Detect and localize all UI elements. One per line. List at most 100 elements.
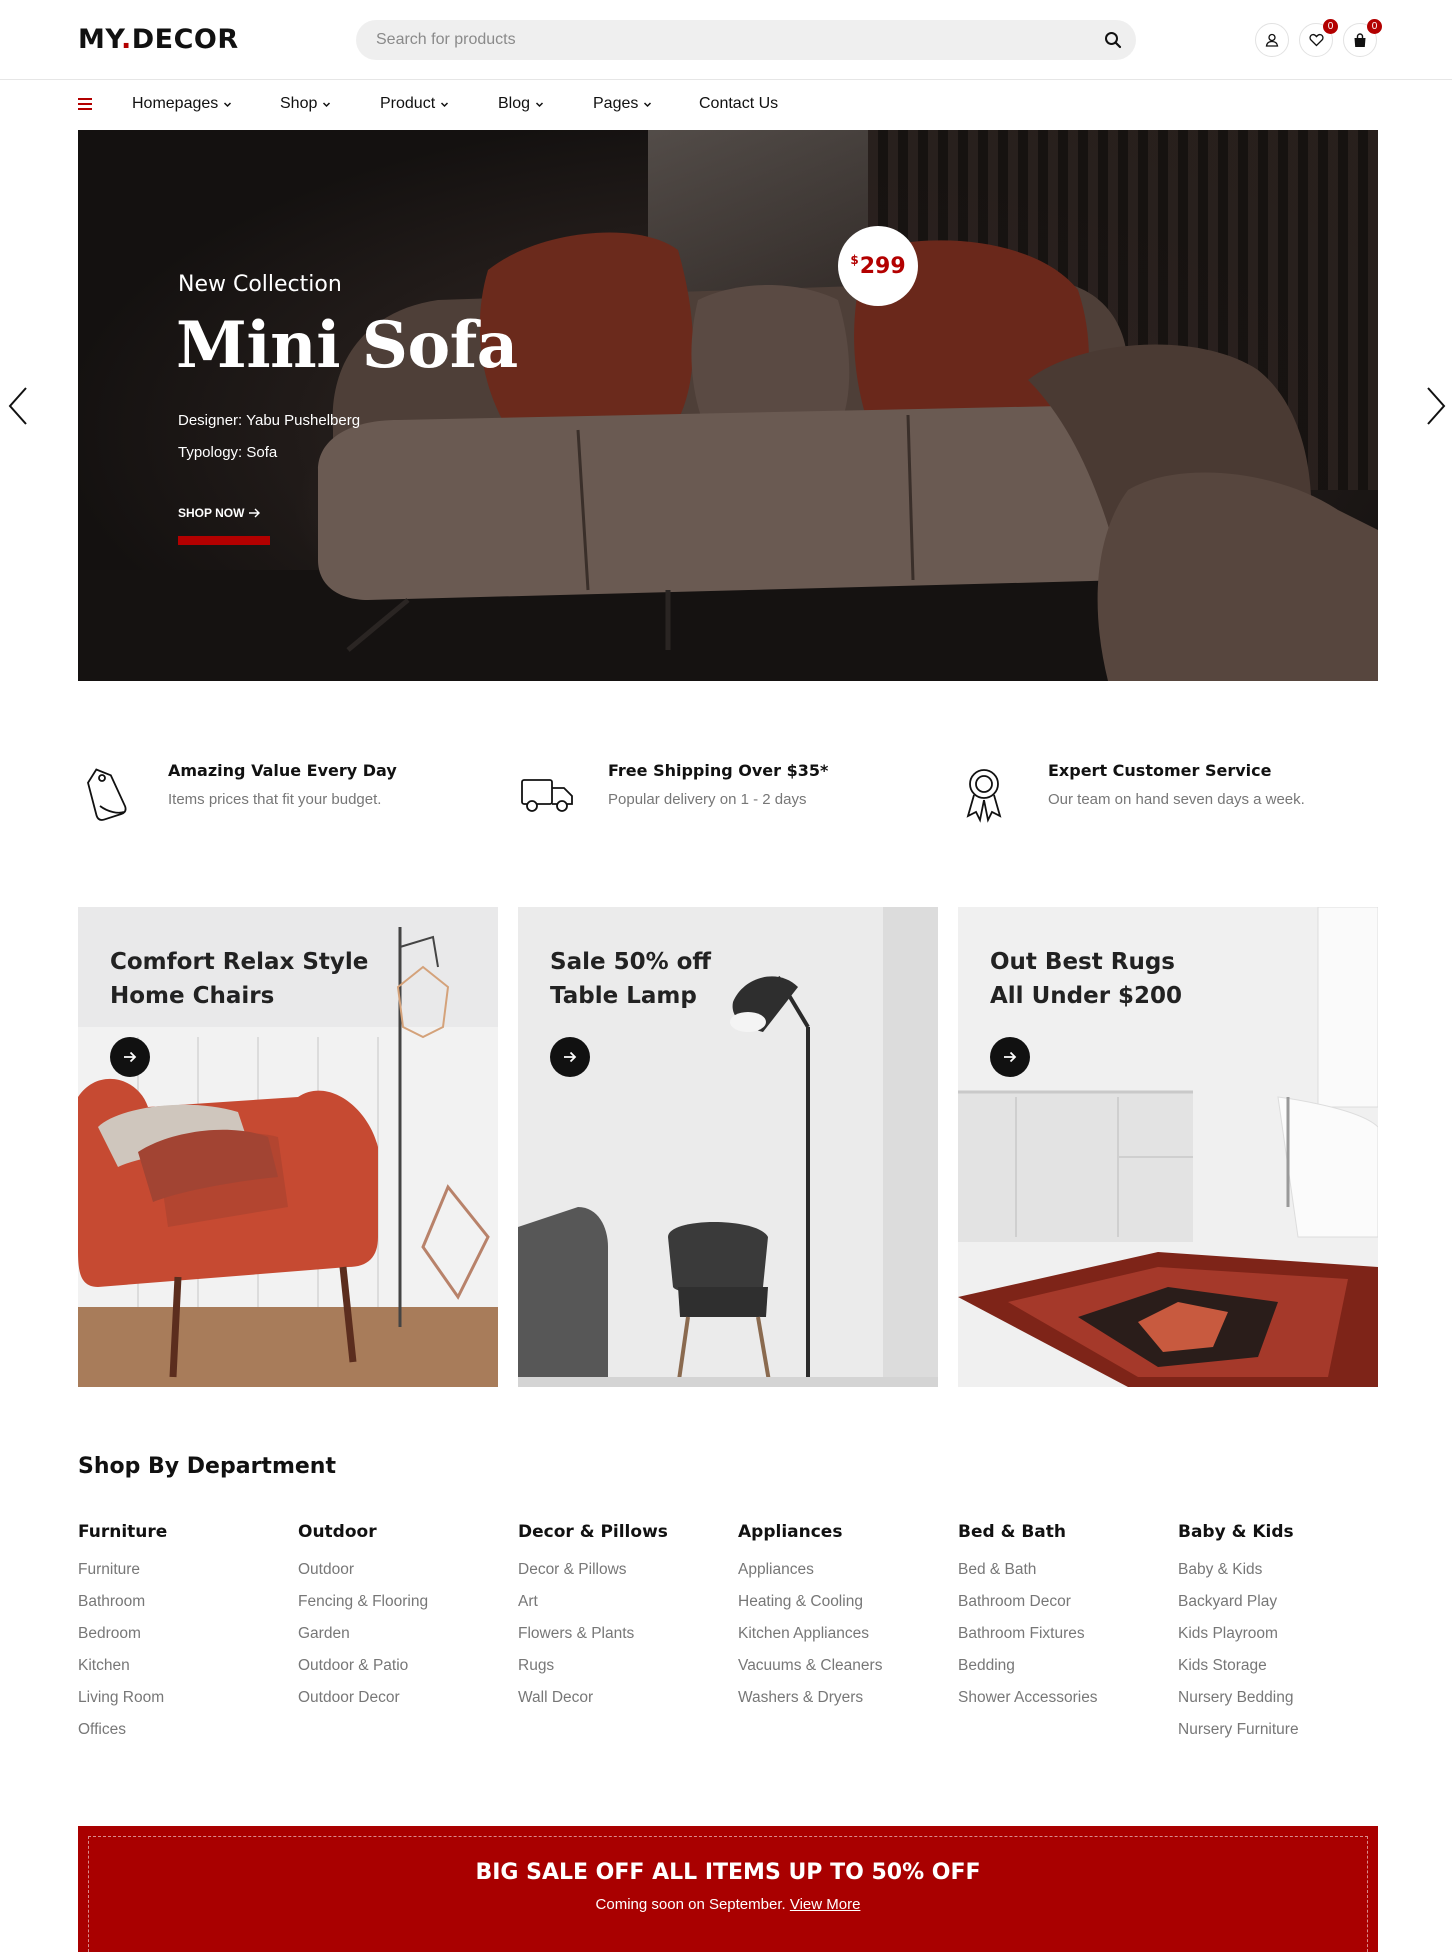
- nav-item-contact-us[interactable]: Contact Us: [699, 95, 778, 113]
- department-heading[interactable]: Decor & Pillows: [518, 1522, 728, 1542]
- department-link[interactable]: Baby & Kids: [1178, 1560, 1388, 1592]
- feature-subtitle: Popular delivery on 1 - 2 days: [608, 791, 807, 808]
- shopping-bag-icon: [1354, 32, 1366, 47]
- promo-card-rugs[interactable]: Out Best Rugs All Under $200: [958, 907, 1378, 1387]
- department-link[interactable]: Backyard Play: [1178, 1592, 1388, 1624]
- promo-title: Comfort Relax Style Home Chairs: [110, 945, 368, 1013]
- department-link[interactable]: Shower Accessories: [958, 1688, 1168, 1720]
- sale-banner-title: BIG SALE OFF ALL ITEMS UP TO 50% OFF: [475, 1860, 981, 1885]
- department-link[interactable]: Art: [518, 1592, 728, 1624]
- chevron-down-icon: [224, 101, 232, 107]
- department-column-baby-kids: Baby & Kids Baby & Kids Backyard Play Ki…: [1178, 1522, 1388, 1752]
- nav-label: Contact Us: [699, 95, 779, 112]
- promo-arrow-button[interactable]: [990, 1037, 1030, 1077]
- delivery-truck-icon: [521, 779, 573, 812]
- main-navigation: Homepages Shop Product Blog Pages Contac…: [0, 80, 1452, 130]
- department-link[interactable]: Bathroom: [78, 1592, 288, 1624]
- promo-title-line2: All Under $200: [990, 983, 1183, 1009]
- promo-title-line2: Table Lamp: [550, 983, 697, 1009]
- nav-label: Homepages: [132, 95, 219, 112]
- department-heading[interactable]: Furniture: [78, 1522, 288, 1542]
- department-link[interactable]: Outdoor & Patio: [298, 1656, 508, 1688]
- nav-item-pages[interactable]: Pages: [593, 95, 652, 113]
- wishlist-button[interactable]: 0: [1299, 19, 1338, 57]
- department-link[interactable]: Washers & Dryers: [738, 1688, 948, 1720]
- department-link[interactable]: Outdoor: [298, 1560, 508, 1592]
- price-badge: $299: [838, 226, 918, 306]
- department-heading[interactable]: Outdoor: [298, 1522, 508, 1542]
- nav-item-shop[interactable]: Shop: [280, 95, 331, 113]
- department-link[interactable]: Kids Storage: [1178, 1656, 1388, 1688]
- logo-text-left: MY: [78, 24, 121, 55]
- slider-next-arrow[interactable]: [1424, 386, 1448, 426]
- department-link[interactable]: Bathroom Decor: [958, 1592, 1168, 1624]
- nav-item-homepages[interactable]: Homepages: [132, 95, 232, 113]
- feature-service: Expert Customer Service Our team on hand…: [958, 758, 1358, 828]
- arrow-right-icon: [124, 1051, 137, 1063]
- search-input[interactable]: [376, 20, 1066, 60]
- department-link[interactable]: Living Room: [78, 1688, 288, 1720]
- department-link[interactable]: Nursery Bedding: [1178, 1688, 1388, 1720]
- department-link[interactable]: Offices: [78, 1720, 288, 1752]
- department-link[interactable]: Decor & Pillows: [518, 1560, 728, 1592]
- department-link[interactable]: Wall Decor: [518, 1688, 728, 1720]
- department-link[interactable]: Appliances: [738, 1560, 948, 1592]
- hero-typology: Typology: Sofa: [178, 444, 278, 461]
- chevron-down-icon: [441, 101, 449, 107]
- department-link[interactable]: Garden: [298, 1624, 508, 1656]
- department-heading[interactable]: Baby & Kids: [1178, 1522, 1388, 1542]
- feature-title: Free Shipping Over $35*: [608, 761, 829, 780]
- department-link[interactable]: Bedding: [958, 1656, 1168, 1688]
- department-link[interactable]: Kitchen Appliances: [738, 1624, 948, 1656]
- department-column-appliances: Appliances Appliances Heating & Cooling …: [738, 1522, 948, 1720]
- nav-item-product[interactable]: Product: [380, 95, 449, 113]
- hero-shop-now-link[interactable]: SHOP NOW: [178, 506, 261, 520]
- department-column-bed-bath: Bed & Bath Bed & Bath Bathroom Decor Bat…: [958, 1522, 1168, 1720]
- department-link[interactable]: Heating & Cooling: [738, 1592, 948, 1624]
- department-link[interactable]: Bathroom Fixtures: [958, 1624, 1168, 1656]
- department-link[interactable]: Fencing & Flooring: [298, 1592, 508, 1624]
- feature-title: Amazing Value Every Day: [168, 761, 397, 780]
- department-link[interactable]: Bedroom: [78, 1624, 288, 1656]
- promo-title: Sale 50% off Table Lamp: [550, 945, 711, 1013]
- department-link[interactable]: Flowers & Plants: [518, 1624, 728, 1656]
- feature-subtitle: Items prices that fit your budget.: [168, 791, 382, 808]
- account-button[interactable]: [1255, 23, 1289, 57]
- department-link[interactable]: Kids Playroom: [1178, 1624, 1388, 1656]
- arrow-right-icon: [1004, 1051, 1017, 1063]
- sale-banner-border: [88, 1836, 1368, 1952]
- site-logo[interactable]: MY.DECOR: [78, 24, 239, 55]
- feature-value: Amazing Value Every Day Items prices tha…: [78, 758, 478, 828]
- department-link[interactable]: Outdoor Decor: [298, 1688, 508, 1720]
- department-link[interactable]: Kitchen: [78, 1656, 288, 1688]
- promo-arrow-button[interactable]: [110, 1037, 150, 1077]
- department-link[interactable]: Nursery Furniture: [1178, 1720, 1388, 1752]
- department-heading[interactable]: Bed & Bath: [958, 1522, 1168, 1542]
- departments-title: Shop By Department: [78, 1454, 336, 1479]
- hamburger-menu-icon[interactable]: [78, 98, 92, 110]
- promo-card-lamp[interactable]: Sale 50% off Table Lamp: [518, 907, 938, 1387]
- search-icon[interactable]: [1104, 31, 1122, 49]
- price-tag-icon: [87, 768, 127, 821]
- chevron-down-icon: [323, 101, 331, 107]
- view-more-link[interactable]: View More: [790, 1896, 861, 1913]
- department-link[interactable]: Rugs: [518, 1656, 728, 1688]
- nav-label: Blog: [498, 95, 531, 112]
- hero-slider: New Collection Mini Sofa Designer: Yabu …: [78, 130, 1378, 681]
- promo-card-chairs[interactable]: Comfort Relax Style Home Chairs: [78, 907, 498, 1387]
- department-column-furniture: Furniture Furniture Bathroom Bedroom Kit…: [78, 1522, 288, 1752]
- price-currency: $: [850, 253, 859, 267]
- hero-designer: Designer: Yabu Pushelberg: [178, 412, 361, 429]
- department-heading[interactable]: Appliances: [738, 1522, 948, 1542]
- promo-title: Out Best Rugs All Under $200: [990, 945, 1182, 1013]
- promo-arrow-button[interactable]: [550, 1037, 590, 1077]
- promo-title-line1: Out Best Rugs: [990, 949, 1175, 975]
- department-link[interactable]: Vacuums & Cleaners: [738, 1656, 948, 1688]
- department-link[interactable]: Bed & Bath: [958, 1560, 1168, 1592]
- sale-banner: BIG SALE OFF ALL ITEMS UP TO 50% OFF Com…: [78, 1826, 1378, 1952]
- arrow-right-icon: [564, 1051, 577, 1063]
- nav-item-blog[interactable]: Blog: [498, 95, 544, 113]
- department-link[interactable]: Furniture: [78, 1560, 288, 1592]
- cart-button[interactable]: 0: [1343, 19, 1382, 57]
- slider-prev-arrow[interactable]: [6, 386, 30, 426]
